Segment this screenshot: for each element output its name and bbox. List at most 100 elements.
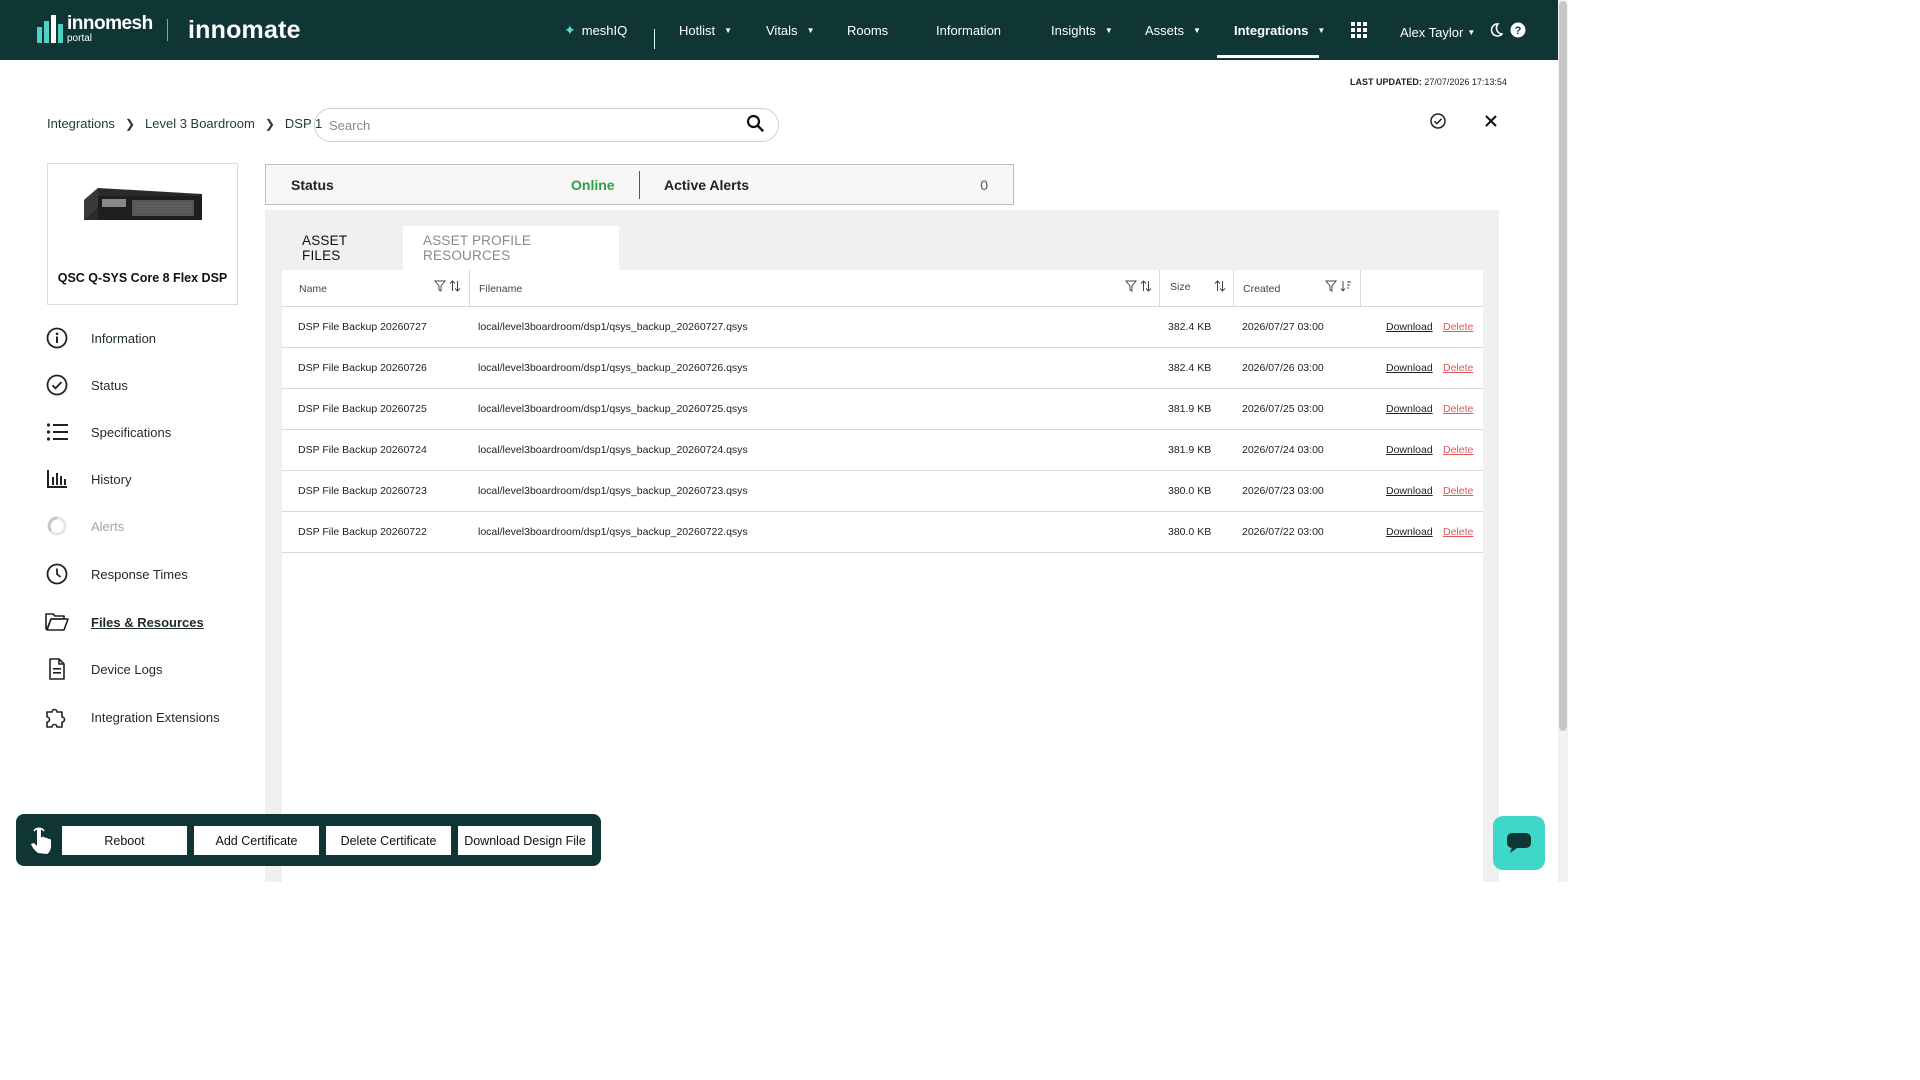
column-divider[interactable] — [1233, 270, 1234, 307]
info-icon — [45, 326, 69, 350]
side-item-device-logs[interactable]: Device Logs — [45, 651, 163, 687]
check-circle-icon[interactable] — [1430, 113, 1446, 134]
delete-link[interactable]: Delete — [1443, 430, 1473, 470]
filter-icon[interactable] — [1124, 280, 1138, 295]
nav-insights[interactable]: Insights ▼ — [1051, 0, 1113, 60]
bar-chart-icon — [45, 467, 69, 491]
nav-assets[interactable]: Assets ▼ — [1145, 0, 1201, 60]
delete-link[interactable]: Delete — [1443, 512, 1473, 552]
nav-label: Rooms — [847, 22, 889, 38]
caret-down-icon: ▼ — [1193, 25, 1201, 35]
download-design-file-button[interactable]: Download Design File — [458, 826, 592, 855]
side-item-response-times[interactable]: Response Times — [45, 556, 188, 592]
filter-icon[interactable] — [433, 280, 447, 295]
column-header-name[interactable]: Name — [299, 270, 327, 307]
chat-widget-button[interactable] — [1493, 816, 1545, 870]
tab-asset-profile-resources[interactable]: ASSET PROFILE RESOURCES — [403, 226, 619, 270]
side-item-label: Information — [91, 330, 157, 346]
caret-down-icon: ▼ — [724, 25, 733, 35]
breadcrumb: Integrations ❯ Level 3 Boardroom ❯ DSP 1 — [47, 116, 322, 131]
file-name: DSP File Backup 20260724 — [298, 444, 427, 456]
breadcrumb-room[interactable]: Level 3 Boardroom — [145, 116, 255, 131]
svg-text:?: ? — [1515, 25, 1522, 37]
page-scrollbar[interactable] — [1558, 0, 1568, 882]
nav-vitals[interactable]: Vitals ▼ — [766, 0, 814, 60]
delete-link[interactable]: Delete — [1443, 471, 1473, 511]
close-icon[interactable] — [1484, 114, 1498, 133]
nav-hotlist[interactable]: Hotlist ▼ — [679, 0, 732, 60]
column-divider[interactable] — [1360, 270, 1361, 307]
search-input[interactable] — [329, 117, 746, 133]
caret-down-icon: ▼ — [1104, 25, 1113, 35]
delete-link[interactable]: Delete — [1443, 389, 1473, 429]
column-divider[interactable] — [469, 270, 470, 307]
delete-certificate-button[interactable]: Delete Certificate — [326, 826, 451, 855]
sort-descending-icon[interactable] — [1340, 280, 1352, 295]
file-created: 2026/07/27 03:00 — [1242, 321, 1324, 333]
sort-icon[interactable] — [1214, 280, 1226, 295]
status-divider — [639, 171, 640, 199]
side-item-specifications[interactable]: Specifications — [45, 414, 171, 450]
sort-icon[interactable] — [1140, 280, 1152, 295]
nav-label: Integrations — [1234, 22, 1309, 38]
download-link[interactable]: Download — [1386, 348, 1433, 388]
reboot-button[interactable]: Reboot — [62, 826, 187, 855]
column-header-filename[interactable]: Filename — [479, 270, 522, 307]
download-link[interactable]: Download — [1386, 512, 1433, 552]
chevron-right-icon: ❯ — [264, 116, 275, 131]
main-nav: ✦ meshIQ Hotlist ▼ Vitals ▼ Rooms Informat… — [0, 0, 1558, 60]
user-name: Alex Taylor — [1400, 24, 1464, 40]
nav-rooms[interactable]: Rooms — [847, 0, 888, 60]
nav-integrations[interactable]: Integrations ▼ — [1234, 0, 1325, 60]
sort-icon[interactable] — [449, 280, 461, 295]
side-item-status[interactable]: Status — [45, 367, 128, 403]
nav-label: Information — [936, 22, 1002, 38]
chat-icon — [1507, 833, 1531, 853]
file-size: 382.4 KB — [1168, 321, 1212, 333]
delete-link[interactable]: Delete — [1443, 307, 1473, 347]
file-path: local/level3boardroom/dsp1/qsys_backup_2… — [478, 485, 748, 497]
side-item-alerts[interactable]: Alerts — [45, 508, 124, 544]
file-path: local/level3boardroom/dsp1/qsys_backup_2… — [478, 444, 748, 456]
tab-asset-files[interactable]: ASSET FILES — [282, 226, 403, 270]
nav-meshiq[interactable]: ✦ meshIQ — [564, 0, 627, 60]
nav-divider — [654, 29, 655, 49]
table-row: DSP File Backup 20260726 local/level3boa… — [282, 348, 1483, 389]
add-certificate-button[interactable]: Add Certificate — [194, 826, 319, 855]
file-path: local/level3boardroom/dsp1/qsys_backup_2… — [478, 403, 748, 415]
caret-down-icon: ▼ — [1467, 27, 1476, 37]
apps-grid-icon[interactable] — [1351, 0, 1367, 60]
table-row: DSP File Backup 20260727 local/level3boa… — [282, 307, 1483, 348]
side-item-information[interactable]: Information — [45, 320, 156, 356]
file-created: 2026/07/23 03:00 — [1242, 485, 1324, 497]
file-created: 2026/07/24 03:00 — [1242, 444, 1324, 456]
dark-mode-icon[interactable] — [1489, 0, 1503, 60]
side-item-label: History — [91, 471, 132, 487]
puzzle-icon — [45, 705, 69, 729]
column-divider[interactable] — [1159, 270, 1160, 307]
filter-icon[interactable] — [1324, 280, 1338, 295]
file-size: 380.0 KB — [1168, 526, 1212, 538]
side-item-history[interactable]: History — [45, 461, 131, 497]
column-header-size[interactable]: Size — [1170, 268, 1190, 305]
download-link[interactable]: Download — [1386, 471, 1433, 511]
nav-information[interactable]: Information — [936, 0, 1001, 60]
delete-link[interactable]: Delete — [1443, 348, 1473, 388]
user-menu[interactable]: Alex Taylor ▼ — [1400, 2, 1475, 62]
top-bar: innomesh portal innomate ✦ meshIQ Hotlis… — [0, 0, 1558, 60]
download-link[interactable]: Download — [1386, 430, 1433, 470]
column-header-created[interactable]: Created — [1243, 270, 1280, 307]
side-item-integration-extensions[interactable]: Integration Extensions — [45, 699, 220, 735]
download-link[interactable]: Download — [1386, 389, 1433, 429]
breadcrumb-integrations[interactable]: Integrations — [47, 116, 115, 131]
side-item-files-resources[interactable]: Files & Resources — [45, 604, 204, 640]
scrollbar-thumb[interactable] — [1559, 1, 1567, 731]
nav-label: meshIQ — [581, 22, 628, 38]
list-icon — [45, 420, 69, 444]
help-icon[interactable]: ? — [1510, 0, 1526, 60]
search-icon[interactable] — [746, 114, 764, 137]
file-name: DSP File Backup 20260725 — [298, 403, 427, 415]
download-link[interactable]: Download — [1386, 307, 1433, 347]
file-size: 380.0 KB — [1168, 485, 1212, 497]
pointer-hand-icon — [31, 827, 52, 854]
